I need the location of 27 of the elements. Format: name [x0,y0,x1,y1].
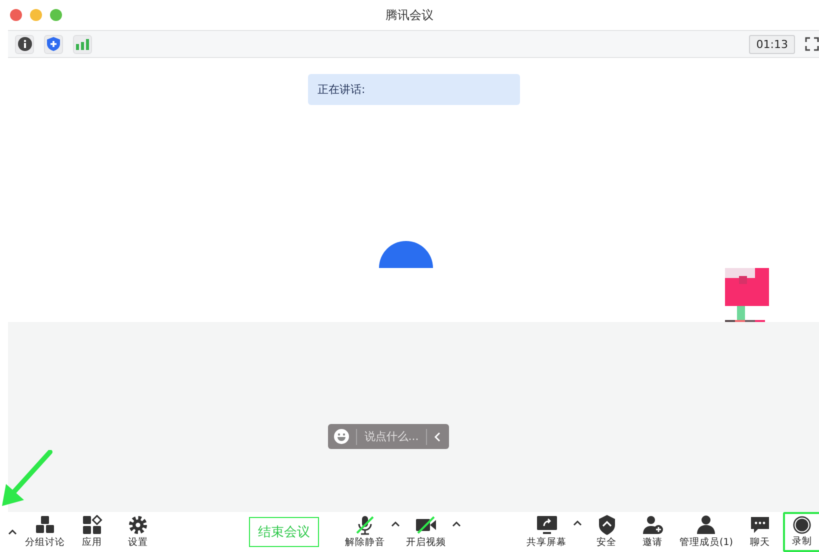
caret-icon[interactable] [452,521,461,527]
meeting-timer: 01:13 [749,34,795,54]
toolbar-button[interactable]: 聊天 [737,513,783,551]
close-button[interactable] [10,9,22,21]
emoji-icon[interactable] [334,429,350,444]
highlighted-toolbar-button[interactable]: 录制 [783,512,819,552]
toolbar-button[interactable]: 设置 [115,513,161,551]
info-icon[interactable] [15,34,34,54]
signal-icon[interactable] [73,34,92,54]
toolbar-button[interactable]: 分组讨论 [21,513,69,551]
toolbar-button[interactable]: 共享屏幕 [522,513,571,551]
toolbar-button[interactable]: 开启视频 [402,513,450,551]
toolbar-button[interactable]: 解除静音 [341,513,389,551]
window-title: 腾讯会议 [386,6,434,24]
toolbar-button[interactable]: 应用 [69,513,115,551]
chevron-left-icon[interactable] [434,432,441,442]
caret-icon[interactable] [572,520,582,526]
caret-icon[interactable] [391,521,400,527]
arrow-annotation [2,450,54,508]
caret-icon[interactable] [8,529,17,535]
chat-placeholder: 说点什么... [364,429,419,444]
toolbar-button[interactable]: 管理成员(1) [676,513,737,551]
fullscreen-icon[interactable] [805,37,819,51]
toolbar-button[interactable]: 安全 [584,513,630,551]
speaking-label: 正在讲话: [318,82,366,97]
shield-icon[interactable] [44,34,63,54]
toolbar-button[interactable]: 邀请 [630,513,676,551]
